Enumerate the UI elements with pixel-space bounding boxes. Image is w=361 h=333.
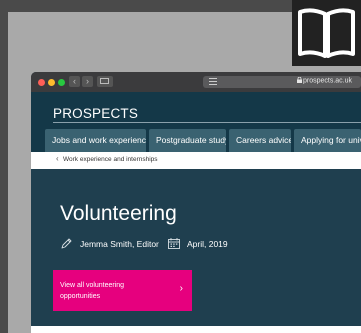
site-logo[interactable]: PROSPECTS [53,106,138,121]
maximize-window-button[interactable] [58,79,65,86]
tab-careers-advice[interactable]: Careers advice [229,129,291,152]
calendar-icon [168,238,180,249]
breadcrumb-link[interactable]: Work experience and internships [63,156,158,163]
browser-titlebar: ‹ › prospects.ac.uk [31,72,361,92]
chevron-right-icon: › [179,283,183,294]
book-badge [292,0,361,66]
minimize-window-button[interactable] [48,79,55,86]
forward-button[interactable]: › [82,76,93,87]
browser-window: ‹ › prospects.ac.uk PROSPECTS Jobs and w… [31,72,361,333]
breadcrumb-chevron-icon: ‹ [56,154,59,163]
header-divider [53,122,361,123]
breadcrumb: ‹ Work experience and internships [31,152,361,169]
cta-label: View all volunteering opportunities [60,282,125,300]
address-bar[interactable]: prospects.ac.uk [203,76,361,88]
sidebar-icon [100,78,109,84]
tab-jobs-and-work-experience[interactable]: Jobs and work experience [45,129,146,152]
close-window-button[interactable] [38,79,45,86]
lock-icon [297,76,302,83]
tab-postgraduate-study[interactable]: Postgraduate study [149,129,226,152]
back-button[interactable]: ‹ [69,76,80,87]
open-book-icon [298,8,355,58]
content-edge [31,326,361,333]
address-bar-url: prospects.ac.uk [297,76,353,85]
view-volunteering-opportunities-button[interactable]: View all volunteering opportunities › [53,270,192,311]
sidebar-toggle-button[interactable] [97,76,113,87]
pencil-icon [61,238,72,249]
author-name: Jemma Smith, Editor [80,239,159,249]
publish-date: April, 2019 [187,239,228,249]
url-text: prospects.ac.uk [303,77,353,85]
page-title: Volunteering [60,202,177,225]
tab-applying-for-university[interactable]: Applying for univer [294,129,361,152]
reader-icon[interactable] [209,78,217,85]
